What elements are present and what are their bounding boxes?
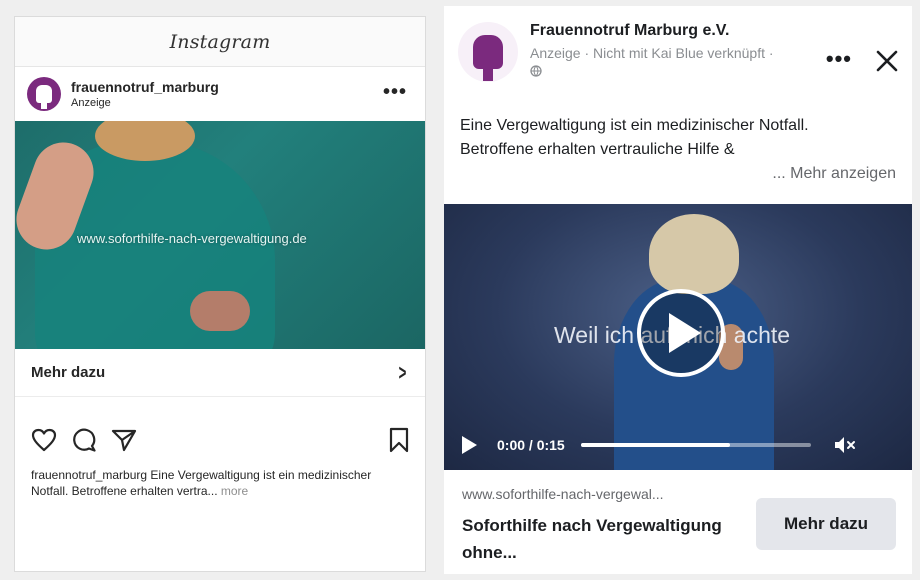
instagram-ad-preview: Instagram frauennotruf_marburg Anzeige •… (14, 16, 426, 572)
post-body-text: Eine Vergewaltigung ist ein medizinische… (460, 117, 809, 158)
post-meta: Anzeige · Nicht mit Kai Blue verknüpft · (530, 44, 780, 80)
image-url-overlay: www.soforthilfe-nach-vergewaltigung.de (77, 231, 307, 246)
play-icon[interactable] (462, 436, 477, 454)
caption-more-link[interactable]: more (221, 484, 248, 498)
globe-icon (530, 65, 542, 77)
avatar[interactable] (27, 77, 61, 111)
see-more-link[interactable]: ... Mehr anzeigen (772, 162, 896, 186)
chevron-right-icon: > (398, 359, 407, 385)
share-icon[interactable] (111, 428, 137, 452)
meta-text: Anzeige · Nicht mit Kai Blue verknüpft · (530, 45, 774, 61)
play-triangle (669, 313, 701, 353)
video-hair (649, 214, 739, 294)
instagram-ad-image[interactable]: www.soforthilfe-nach-vergewaltigung.de (15, 121, 425, 349)
avatar[interactable] (458, 22, 518, 82)
close-icon[interactable] (876, 50, 898, 77)
ad-preview-page: Instagram frauennotruf_marburg Anzeige •… (0, 0, 920, 580)
bookmark-icon[interactable] (389, 427, 409, 458)
caption-account[interactable]: frauennotruf_marburg (31, 468, 147, 482)
play-icon[interactable] (637, 289, 725, 377)
heart-icon[interactable] (31, 428, 57, 452)
video-controls: 0:00 / 0:15 (444, 420, 912, 470)
volume-muted-icon[interactable] (833, 435, 857, 455)
learn-more-button[interactable]: Mehr dazu (756, 498, 896, 550)
more-options-icon[interactable]: ••• (383, 81, 407, 104)
video-progress-fill (580, 443, 731, 447)
video-time: 0:00 / 0:15 (497, 437, 565, 453)
page-name[interactable]: Frauennotruf Marburg e.V. (530, 22, 780, 40)
facebook-page-info: Frauennotruf Marburg e.V. Anzeige · Nich… (530, 22, 780, 106)
comment-icon[interactable] (71, 428, 97, 452)
image-hand (190, 291, 250, 331)
fist-logo-icon (36, 85, 52, 109)
instagram-account-info: frauennotruf_marburg Anzeige (71, 79, 219, 109)
facebook-video-player[interactable]: Weil ich auf mich achte 0:00 / 0:15 (444, 204, 912, 470)
instagram-logo: Instagram (169, 30, 271, 53)
instagram-post-header: frauennotruf_marburg Anzeige ••• (15, 67, 425, 121)
link-title: Soforthilfe nach Vergewaltigung ohne... (462, 516, 722, 562)
facebook-link-preview[interactable]: www.soforthilfe-nach-vergewal... Soforth… (444, 470, 912, 574)
instagram-top-bar: Instagram (15, 17, 425, 67)
instagram-caption: frauennotruf_marburg Eine Vergewaltigung… (15, 463, 425, 499)
facebook-post-header: Frauennotruf Marburg e.V. Anzeige · Nich… (444, 6, 912, 106)
fist-logo-icon (473, 35, 503, 81)
instagram-action-bar (15, 417, 425, 463)
account-name[interactable]: frauennotruf_marburg (71, 79, 219, 95)
video-progress-bar[interactable] (580, 443, 811, 447)
more-options-icon[interactable]: ••• (826, 46, 852, 72)
facebook-ad-preview: Frauennotruf Marburg e.V. Anzeige · Nich… (444, 6, 912, 574)
facebook-post-text: Eine Vergewaltigung ist ein medizinische… (444, 106, 912, 204)
cta-label: Mehr dazu (31, 364, 106, 381)
instagram-cta-row[interactable]: Mehr dazu > (15, 349, 425, 397)
sponsored-label: Anzeige (71, 97, 111, 109)
